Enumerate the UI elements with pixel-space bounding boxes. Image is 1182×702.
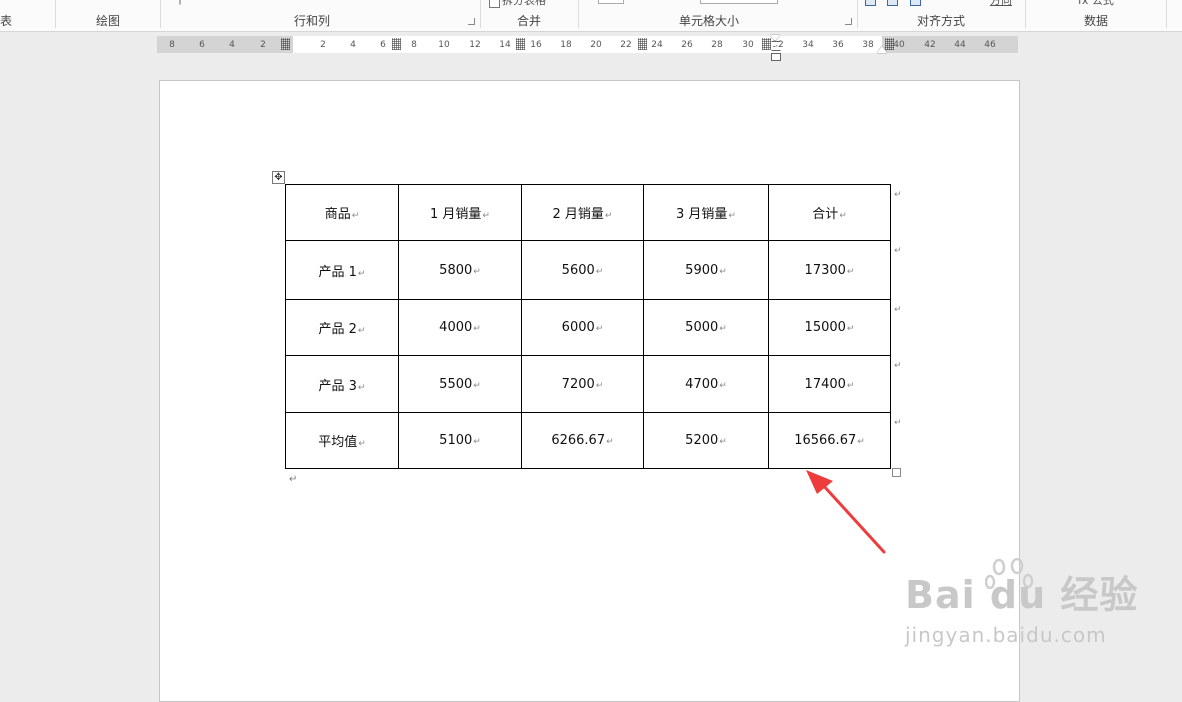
watermark-main: Bai du 经验: [905, 573, 1139, 617]
baidu-watermark: Bai du 经验 jingyan.baidu.com: [905, 575, 1138, 647]
watermark-url: jingyan.baidu.com: [905, 623, 1107, 647]
